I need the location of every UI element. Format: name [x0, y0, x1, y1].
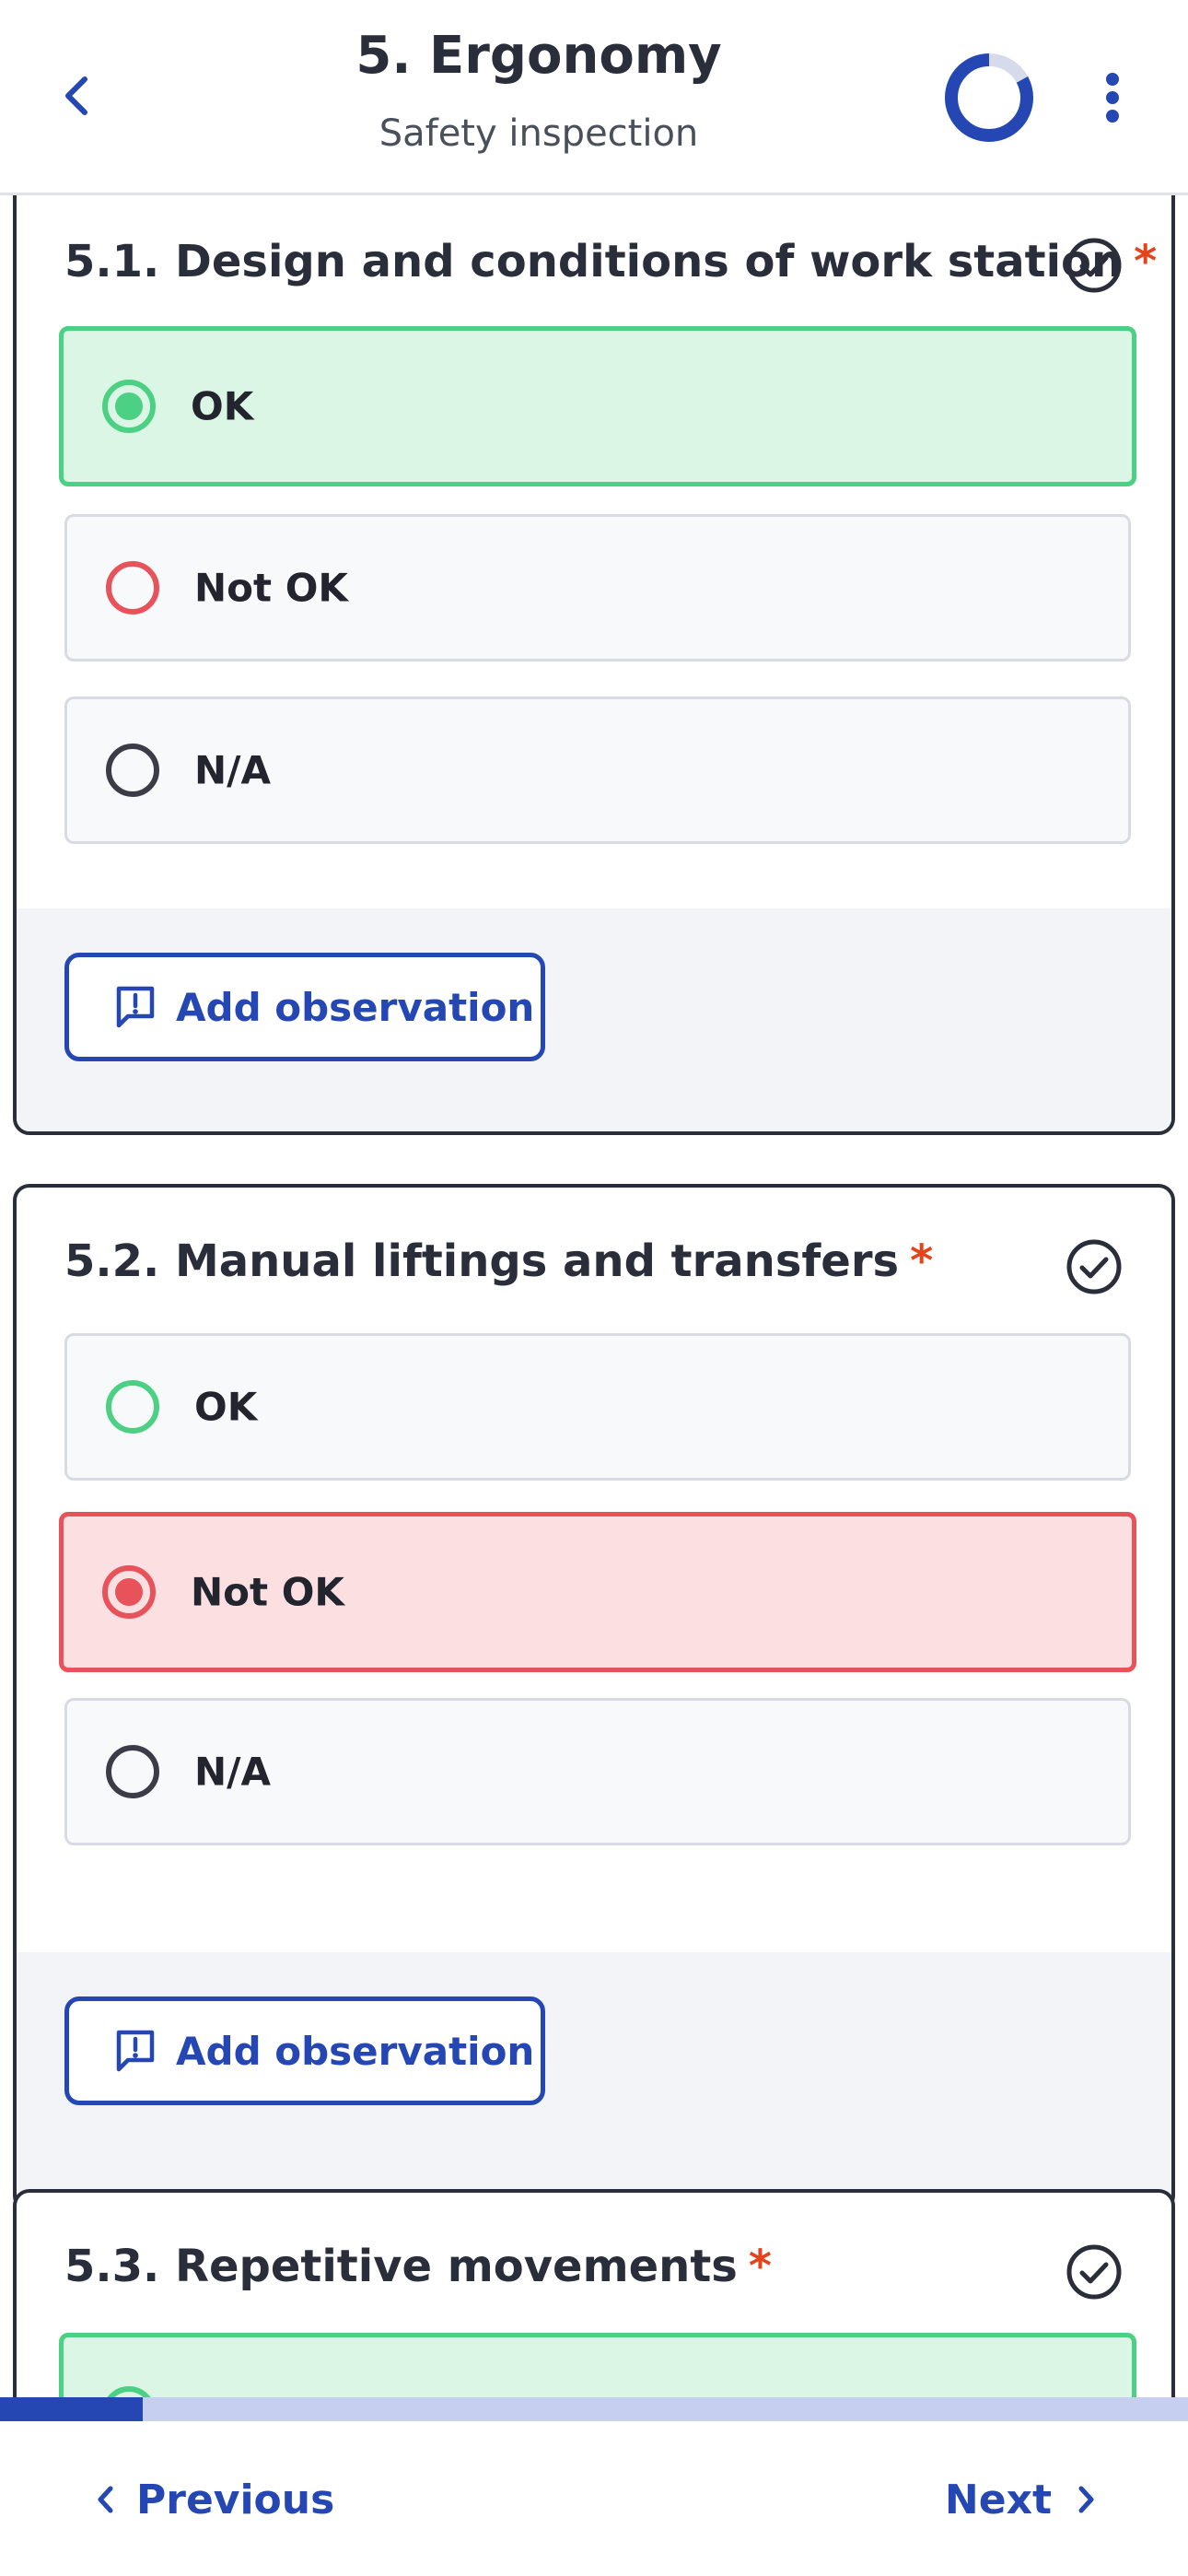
option-not-ok[interactable]: Not OK: [59, 1512, 1136, 1672]
add-observation-label: Add observation: [176, 984, 535, 1030]
option-label: N/A: [194, 1749, 271, 1795]
chevron-right-icon: [1078, 2486, 1094, 2513]
page-progress-fill: [0, 2397, 143, 2421]
page-title: 5. Ergonomy: [355, 26, 722, 86]
radio-selected-ok[interactable]: [100, 378, 157, 435]
required-asterisk: *: [1134, 236, 1158, 287]
option-ok[interactable]: OK: [59, 326, 1136, 486]
option-label: OK: [191, 383, 254, 429]
option-ok[interactable]: OK: [59, 2333, 1136, 2397]
next-label: Next: [944, 2476, 1052, 2523]
previous-button[interactable]: Previous: [96, 2467, 334, 2532]
option-label: Not OK: [194, 565, 348, 611]
question-title-text: 5.3. Repetitive movements: [64, 2241, 738, 2292]
page-progress-bar: [0, 2397, 1188, 2421]
option-label: N/A: [194, 747, 271, 793]
chevron-left-icon: [98, 2486, 113, 2513]
radio-unselected-ok[interactable]: [104, 1378, 161, 1435]
observation-area: Add observation: [17, 908, 1171, 1131]
option-na[interactable]: N/A: [64, 1698, 1131, 1845]
required-asterisk: *: [748, 2241, 772, 2292]
bottom-navigation: Previous Next: [0, 2421, 1188, 2576]
option-label: Not OK: [191, 1569, 344, 1615]
question-title-text: 5.1. Design and conditions of work stati…: [64, 236, 1124, 287]
comment-alert-icon: [116, 2030, 155, 2072]
next-button[interactable]: Next: [945, 2467, 1096, 2532]
add-observation-label: Add observation: [176, 2028, 535, 2074]
section-progress-ring: [945, 53, 1033, 142]
top-bar: 5. Ergonomy Safety inspection: [0, 0, 1188, 195]
comment-alert-icon: [116, 986, 155, 1028]
question-card-5-1: 5.1. Design and conditions of work stati…: [13, 195, 1175, 1135]
question-title: 5.1. Design and conditions of work stati…: [64, 236, 1157, 287]
previous-label: Previous: [136, 2476, 335, 2523]
check-circle-icon: [1066, 238, 1122, 293]
required-asterisk: *: [910, 1235, 934, 1287]
observation-area: Add observation: [17, 1952, 1171, 2208]
option-label: OK: [191, 2391, 253, 2398]
radio-selected-ok[interactable]: [100, 2384, 157, 2397]
more-options-button[interactable]: [1087, 63, 1138, 133]
radio-unselected-na[interactable]: [104, 1743, 161, 1800]
option-ok[interactable]: OK: [64, 1333, 1131, 1481]
option-not-ok[interactable]: Not OK: [64, 514, 1131, 662]
add-observation-button[interactable]: Add observation: [64, 1996, 545, 2105]
add-observation-button[interactable]: Add observation: [64, 953, 545, 1061]
app-screen: 5. Ergonomy Safety inspection 5.1. Desig…: [0, 0, 1188, 2576]
option-label: OK: [194, 1384, 258, 1430]
radio-unselected-na[interactable]: [104, 742, 161, 799]
radio-unselected-not-ok[interactable]: [104, 559, 161, 616]
question-title: 5.2. Manual liftings and transfers *: [64, 1235, 933, 1287]
option-na[interactable]: N/A: [64, 697, 1131, 844]
page-subtitle: Safety inspection: [379, 112, 699, 155]
question-list[interactable]: 5.1. Design and conditions of work stati…: [0, 195, 1188, 2397]
check-circle-icon: [1066, 2244, 1122, 2300]
question-title: 5.3. Repetitive movements *: [64, 2241, 772, 2292]
check-circle-icon: [1066, 1239, 1122, 1294]
question-card-5-3: 5.3. Repetitive movements* OK: [13, 2189, 1175, 2397]
radio-selected-not-ok[interactable]: [100, 1563, 157, 1621]
more-vertical-icon: [1106, 73, 1119, 123]
question-title-text: 5.2. Manual liftings and transfers: [64, 1235, 900, 1287]
question-card-5-2: 5.2. Manual liftings and transfers * OK N…: [13, 1184, 1175, 2212]
